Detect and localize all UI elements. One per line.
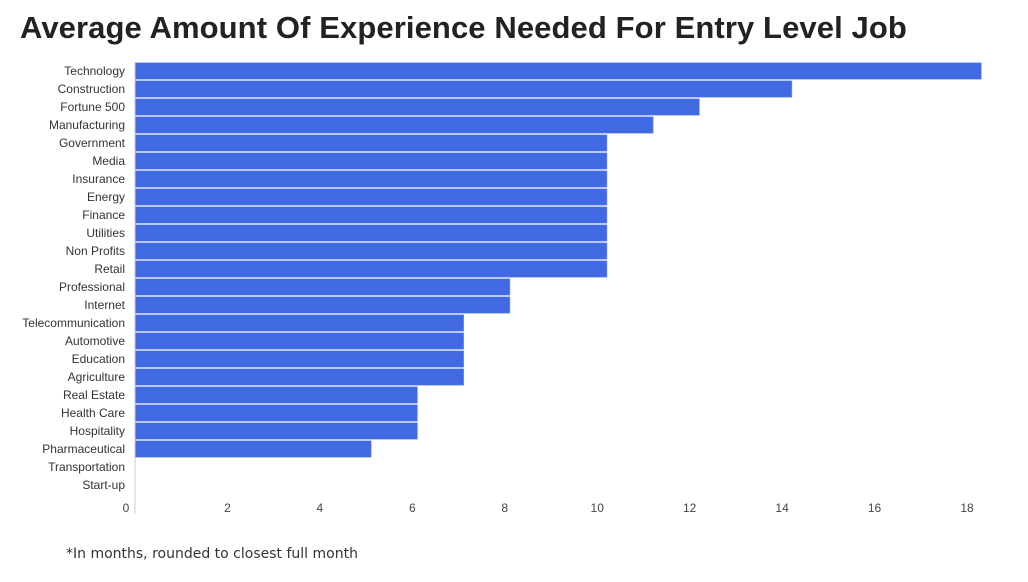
chart-footnote: *In months, rounded to closest full mont…: [66, 546, 358, 562]
bar-government[interactable]: [135, 134, 608, 152]
category-label: Professional: [59, 280, 125, 294]
bar-pharmaceutical[interactable]: [135, 440, 372, 458]
x-tick-label: 14: [775, 501, 789, 515]
category-label: Real Estate: [63, 388, 125, 402]
x-tick-label: 2: [224, 501, 231, 515]
category-label: Agriculture: [68, 370, 126, 384]
category-label: Insurance: [72, 172, 125, 186]
category-label: Health Care: [61, 406, 125, 420]
bar-real-estate[interactable]: [135, 386, 418, 404]
category-label: Energy: [87, 190, 125, 204]
bar-chart: Technology Construction Fortune 500 Manufac…: [22, 62, 982, 515]
category-label: Education: [72, 352, 125, 366]
x-tick-label: 4: [317, 501, 324, 515]
x-tick-label: 6: [409, 501, 416, 515]
bar-non-profits[interactable]: [135, 242, 608, 260]
category-label: Manufacturing: [49, 118, 125, 132]
category-label: Hospitality: [70, 424, 125, 438]
bar-technology[interactable]: [135, 62, 982, 80]
bar-automotive[interactable]: [135, 332, 464, 350]
category-label: Media: [92, 154, 125, 168]
bar-insurance[interactable]: [135, 170, 608, 188]
x-tick-label: 18: [960, 501, 974, 515]
category-label: Technology: [64, 64, 125, 78]
bar-utilities[interactable]: [135, 224, 608, 242]
category-label: Automotive: [65, 334, 125, 348]
bar-energy[interactable]: [135, 188, 608, 206]
category-label: Utilities: [86, 226, 125, 240]
category-label: Transportation: [48, 460, 125, 474]
bar-education[interactable]: [135, 350, 464, 368]
x-tick-label: 10: [591, 501, 605, 515]
bar-finance[interactable]: [135, 206, 608, 224]
category-label: Non Profits: [66, 244, 125, 258]
bar-telecommunication[interactable]: [135, 314, 464, 332]
bar-media[interactable]: [135, 152, 608, 170]
category-label: Start-up: [82, 478, 125, 492]
x-tick-label: 8: [501, 501, 508, 515]
bar-health-care[interactable]: [135, 404, 418, 422]
bar-hospitality[interactable]: [135, 422, 418, 440]
bar-internet[interactable]: [135, 296, 511, 314]
bar-fortune-500[interactable]: [135, 98, 700, 116]
x-tick-label: 16: [868, 501, 882, 515]
x-tick-label: 0: [123, 501, 130, 515]
category-label: Telecommunication: [22, 316, 125, 330]
category-label: Retail: [94, 262, 125, 276]
category-label: Government: [59, 136, 126, 150]
bar-professional[interactable]: [135, 278, 511, 296]
bar-manufacturing[interactable]: [135, 116, 654, 134]
category-label: Finance: [82, 208, 125, 222]
bar-construction[interactable]: [135, 80, 793, 98]
category-label: Internet: [84, 298, 125, 312]
bar-retail[interactable]: [135, 260, 608, 278]
category-label: Construction: [58, 82, 125, 96]
x-tick-label: 12: [683, 501, 697, 515]
bar-agriculture[interactable]: [135, 368, 464, 386]
category-label: Pharmaceutical: [42, 442, 125, 456]
category-label: Fortune 500: [60, 100, 125, 114]
